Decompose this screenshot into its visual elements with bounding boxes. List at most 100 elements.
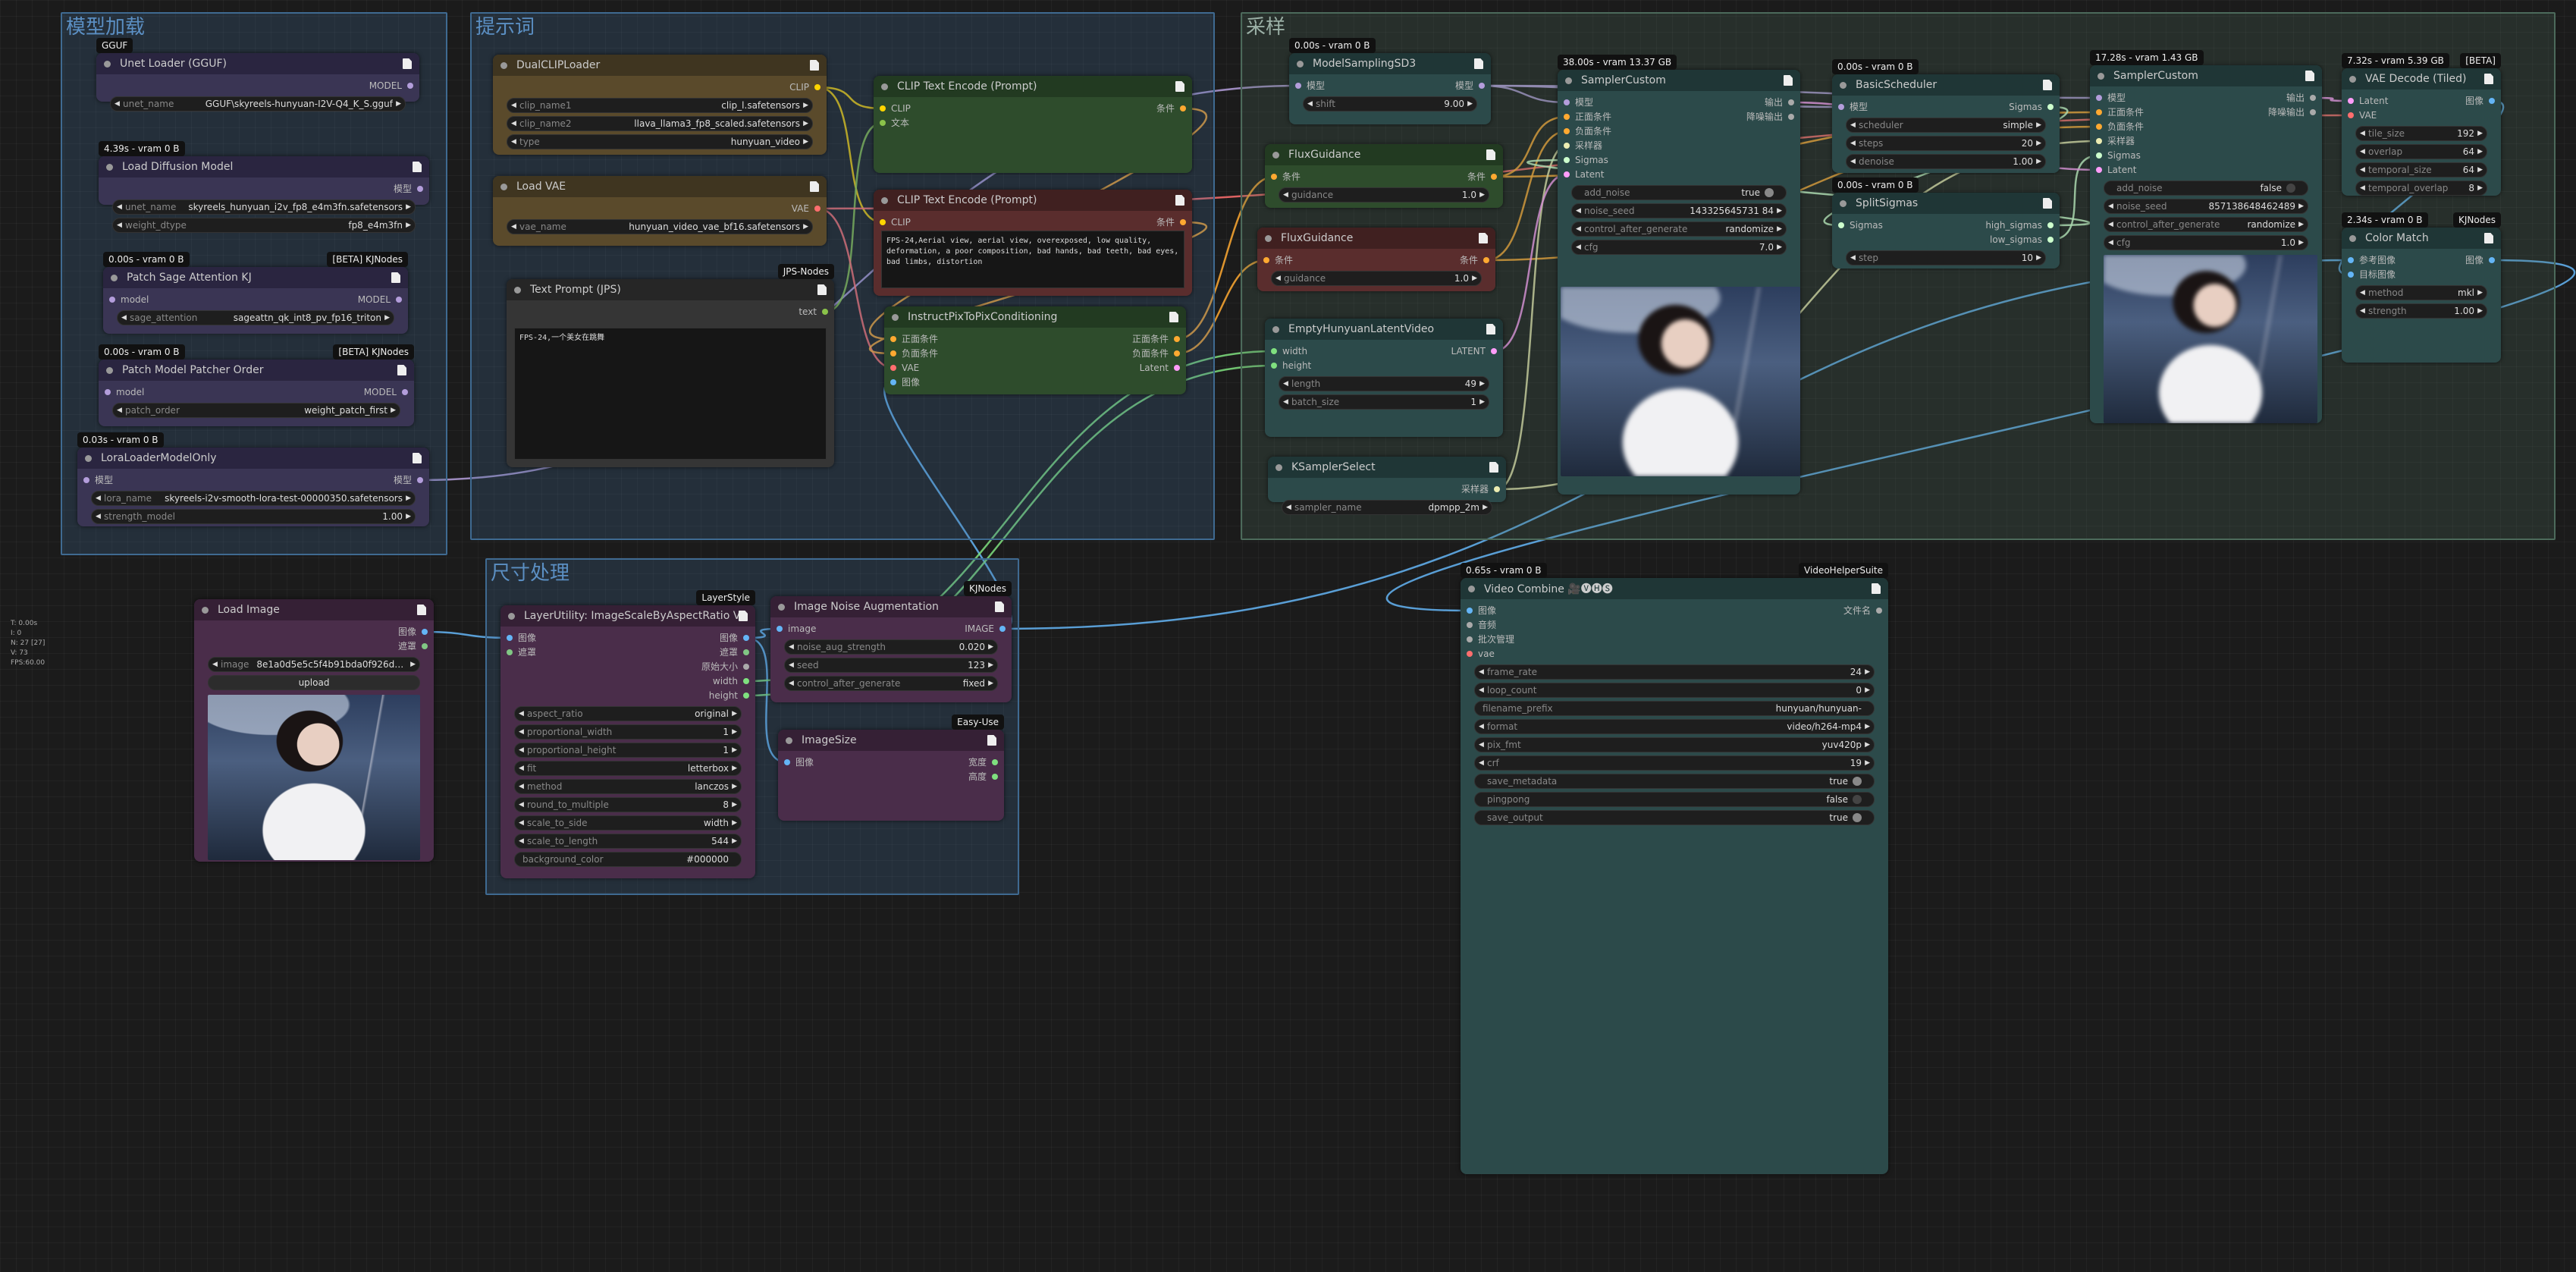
output-slot[interactable]: 图像 [398,625,428,639]
input-port-icon[interactable] [2096,152,2102,159]
widget-save-output[interactable]: save_output true [1474,810,1875,825]
output-slot[interactable]: 文件名 [1843,604,1882,617]
output-port-icon[interactable] [992,774,998,780]
input-port-icon[interactable] [1564,114,1570,120]
input-slot[interactable]: 模型 [1838,100,1868,114]
input-slot[interactable]: 参考图像 [2348,253,2396,267]
collapse-dot-icon[interactable] [1565,77,1572,84]
output-slot[interactable]: 模型 [394,182,423,196]
widget-length[interactable]: length 49 [1279,376,1489,391]
output-slot[interactable]: text [799,305,828,319]
widget-noise-seed[interactable]: noise_seed 143325645731 84 [1571,203,1787,218]
output-slot[interactable]: 遮罩 [720,645,749,659]
widget-background-color[interactable]: background_color #000000 [514,852,742,867]
input-port-icon[interactable] [1467,608,1473,614]
output-slot[interactable]: 负面条件 [1132,347,1180,360]
input-port-icon[interactable] [1467,651,1473,657]
node-header[interactable]: Image Noise Augmentation [770,596,1012,617]
input-port-icon[interactable] [1838,104,1844,110]
input-slot[interactable]: Sigmas [1564,153,1608,167]
output-slot[interactable]: 原始大小 [701,660,749,674]
input-port-icon[interactable] [2096,109,2102,115]
widget-denoise[interactable]: denoise 1.00 [1846,154,2046,169]
node-clip-pos[interactable]: CLIP Text Encode (Prompt) CLIP 条件 文本 [874,76,1192,173]
collapse-dot-icon[interactable] [786,737,792,744]
node-doc-icon[interactable] [987,735,996,746]
input-port-icon[interactable] [880,105,886,111]
node-patch-sage[interactable]: Patch Sage Attention KJ 0.00s - vram 0 B [… [103,252,408,334]
toggle-icon[interactable] [1853,813,1862,822]
widget-strength-model[interactable]: strength_model 1.00 [91,509,416,524]
widget-method[interactable]: method lanczos [514,779,742,794]
output-slot[interactable]: 宽度 [968,755,998,769]
input-slot[interactable]: 模型 [83,473,113,487]
node-doc-icon[interactable] [1784,75,1793,86]
output-port-icon[interactable] [1479,83,1485,89]
input-slot[interactable]: Sigmas [1838,218,1883,232]
input-port-icon[interactable] [2348,257,2354,263]
input-slot[interactable]: 正面条件 [2096,105,2144,119]
collapse-dot-icon[interactable] [500,61,507,69]
node-bsched[interactable]: BasicScheduler 0.00s - vram 0 B 模型 Sigmas sc… [1832,59,2060,173]
output-port-icon[interactable] [1788,99,1794,105]
input-slot[interactable]: VAE [890,361,919,375]
widget-sage-attention[interactable]: sage_attention sageattn_qk_int8_pv_fp16_t… [117,310,394,325]
node-load-diffusion[interactable]: Load Diffusion Model 4.39s - vram 0 B 模型 un… [99,141,429,233]
collapse-dot-icon[interactable] [2098,72,2104,80]
widget-add-noise[interactable]: add_noise false [2104,181,2308,196]
input-port-icon[interactable] [1564,157,1570,163]
widget-guidance[interactable]: guidance 1.0 [1271,271,1482,286]
output-port-icon[interactable] [2310,109,2316,115]
toggle-icon[interactable] [1765,188,1774,197]
collapse-dot-icon[interactable] [85,454,92,462]
output-slot[interactable]: 条件 [1156,102,1186,115]
input-port-icon[interactable] [890,350,896,356]
widget-shift[interactable]: shift 9.00 [1303,96,1477,111]
input-slot[interactable]: 正面条件 [1564,110,1611,124]
output-slot[interactable]: 降噪输出 [1746,110,1794,124]
node-patch-order[interactable]: Patch Model Patcher Order 0.00s - vram 0 … [99,344,414,426]
output-slot[interactable]: CLIP [789,80,820,94]
output-port-icon[interactable] [2310,95,2316,101]
collapse-dot-icon[interactable] [1272,151,1279,159]
input-slot[interactable]: vae [1467,647,1495,661]
widget-crf[interactable]: crf 19 [1474,755,1875,771]
node-load-vae[interactable]: Load VAE VAE vae_name hunyuan_video_vae_bf1… [493,176,827,246]
node-doc-icon[interactable] [1169,312,1178,322]
collapse-dot-icon[interactable] [1272,325,1279,333]
output-slot[interactable]: 降噪输出 [2268,105,2316,119]
output-slot[interactable]: 模型 [1455,79,1485,93]
widget-control-after-generate[interactable]: control_after_generate fixed [784,676,998,691]
toggle-icon[interactable] [1853,777,1862,786]
widget-cfg[interactable]: cfg 1.0 [2104,235,2308,250]
input-port-icon[interactable] [1467,636,1473,642]
node-header[interactable]: SamplerCustom [1558,70,1800,91]
input-slot[interactable]: 图像 [1467,604,1496,617]
node-doc-icon[interactable] [810,60,819,71]
output-port-icon[interactable] [2047,222,2054,228]
collapse-dot-icon[interactable] [892,313,899,321]
toggle-icon[interactable] [2286,184,2295,193]
output-port-icon[interactable] [1788,114,1794,120]
output-slot[interactable]: VAE [792,202,820,215]
node-doc-icon[interactable] [1489,462,1498,473]
output-port-icon[interactable] [1174,336,1180,342]
node-header[interactable]: LoraLoaderModelOnly [77,448,429,469]
widget-sampler-name[interactable]: sampler_name dpmpp_2m [1282,500,1492,515]
widget-overlap[interactable]: overlap 64 [2355,144,2487,159]
upload-button[interactable]: upload [208,675,420,690]
output-port-icon[interactable] [1180,219,1186,225]
widget-unet-name[interactable]: unet_name GGUF\skyreels-hunyuan-I2V-Q4_K_… [110,96,406,111]
widget-cfg[interactable]: cfg 7.0 [1571,240,1787,255]
input-slot[interactable]: CLIP [880,102,911,115]
output-port-icon[interactable] [1174,365,1180,371]
node-header[interactable]: InstructPixToPixConditioning [884,306,1186,328]
node-doc-icon[interactable] [995,601,1004,612]
collapse-dot-icon[interactable] [778,603,785,611]
output-slot[interactable]: 输出 [2286,91,2316,105]
node-doc-icon[interactable] [2043,80,2052,90]
input-slot[interactable]: height [1271,359,1311,372]
node-doc-icon[interactable] [810,181,819,192]
node-text-prompt[interactable]: Text Prompt (JPS) JPS-Nodes text FPS-24,一个美… [507,264,834,467]
input-port-icon[interactable] [2096,138,2102,144]
